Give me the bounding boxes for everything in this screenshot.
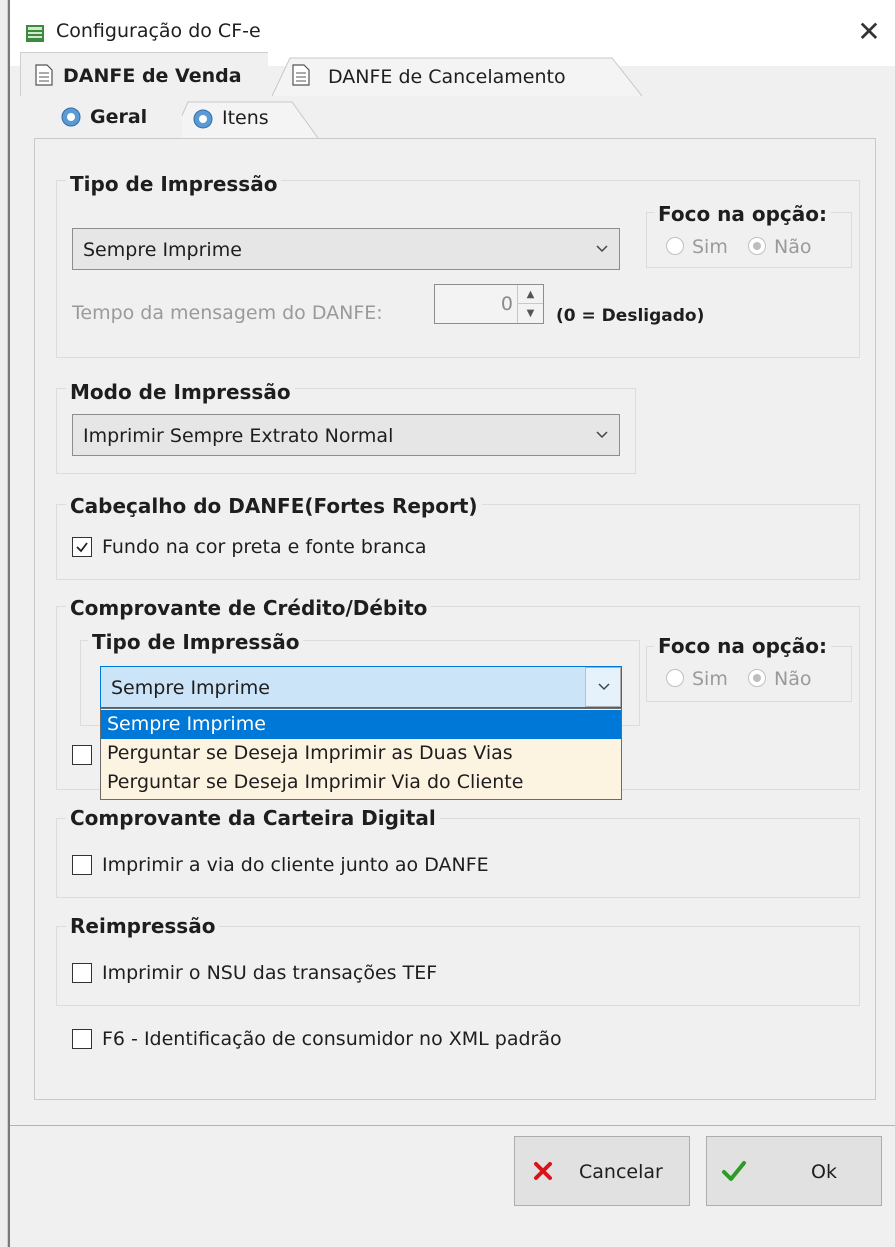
tab-label: Geral	[90, 106, 148, 128]
ok-button[interactable]: Ok	[706, 1136, 882, 1206]
tab-label: DANFE de Cancelamento	[328, 66, 566, 88]
tab-label: Itens	[222, 107, 269, 129]
tipo-impressao-select[interactable]: Sempre Imprime	[72, 228, 620, 270]
radio-label: Sim	[692, 236, 728, 258]
checkbox-label: Imprimir o NSU das transações TEF	[102, 962, 438, 984]
stepper-value: 0	[500, 293, 513, 315]
tab-danfe-cancelamento[interactable]: DANFE de Cancelamento	[272, 56, 644, 96]
close-button[interactable]: ✕	[851, 14, 887, 50]
close-icon: ✕	[857, 15, 881, 48]
group-title: Comprovante de Crédito/Débito	[66, 596, 432, 620]
app-icon	[26, 25, 44, 42]
gear-icon	[193, 109, 213, 129]
button-label: Cancelar	[579, 1161, 663, 1183]
button-label: Ok	[811, 1161, 837, 1183]
foco-nao-radio[interactable]	[748, 669, 766, 687]
tempo-hint: (0 = Desligado)	[556, 306, 705, 326]
check-icon	[76, 542, 88, 553]
group-title: Tipo de Impressão	[88, 630, 304, 654]
tipo-impressao-dropdown-list: Sempre Imprime Perguntar se Deseja Impri…	[100, 708, 622, 800]
group-title: Modo de Impressão	[66, 380, 295, 404]
select-value: Sempre Imprime	[111, 677, 270, 699]
dropdown-option[interactable]: Sempre Imprime	[101, 710, 621, 739]
tempo-stepper[interactable]: 0 ▲ ▼	[434, 284, 544, 324]
group-title: Cabeçalho do DANFE(Fortes Report)	[66, 494, 482, 518]
close-icon	[534, 1162, 552, 1180]
foco-nao-radio[interactable]	[748, 237, 766, 255]
window-title: Configuração do CF-e	[56, 20, 261, 42]
checkbox-label: F6 - Identificação de consumidor no XML …	[102, 1028, 562, 1050]
fundo-preto-checkbox[interactable]	[72, 537, 92, 557]
select-value: Imprimir Sempre Extrato Normal	[83, 425, 394, 447]
radio-label: Não	[774, 236, 812, 258]
select-value: Sempre Imprime	[83, 239, 242, 261]
dropdown-option[interactable]: Perguntar se Deseja Imprimir Via do Clie…	[101, 768, 621, 797]
stepper-down-icon[interactable]: ▼	[518, 304, 543, 323]
stepper-buttons: ▲ ▼	[517, 285, 543, 323]
gear-icon	[61, 107, 81, 127]
tab-danfe-venda[interactable]: DANFE de Venda	[20, 52, 268, 96]
tempo-label: Tempo da mensagem do DANFE:	[72, 302, 383, 324]
chevron-down-icon	[598, 683, 610, 691]
group-title: Foco na opção:	[654, 202, 831, 226]
chevron-down-icon	[596, 245, 608, 253]
group-title: Tipo de Impressão	[66, 172, 282, 196]
group-title: Reimpressão	[66, 914, 220, 938]
tab-itens[interactable]: Itens	[172, 100, 320, 138]
radio-label: Sim	[692, 668, 728, 690]
group-title: Comprovante da Carteira Digital	[66, 806, 440, 830]
carteira-checkbox[interactable]	[72, 855, 92, 875]
foco-sim-radio[interactable]	[666, 669, 684, 687]
chevron-down-icon	[596, 431, 608, 439]
document-icon	[292, 64, 310, 86]
tipo-impressao-credito-select[interactable]: Sempre Imprime	[100, 666, 622, 708]
f6-checkbox[interactable]	[72, 1029, 92, 1049]
group-title: Foco na opção:	[654, 634, 831, 658]
checkbox-label: Imprimir a via do cliente junto ao DANFE	[102, 854, 489, 876]
tab-geral[interactable]: Geral	[48, 98, 182, 138]
radio-label: Não	[774, 668, 812, 690]
document-icon	[35, 64, 53, 86]
background-strip	[0, 0, 8, 1247]
credito-checkbox[interactable]	[72, 745, 92, 765]
tab-label: DANFE de Venda	[63, 65, 242, 87]
dropdown-option[interactable]: Perguntar se Deseja Imprimir as Duas Via…	[101, 739, 621, 768]
cancel-button[interactable]: Cancelar	[514, 1136, 690, 1206]
stepper-up-icon[interactable]: ▲	[518, 285, 543, 304]
config-dialog: Configuração do CF-e ✕ DANFE de Cancelam…	[8, 0, 895, 1247]
checkbox-label: Fundo na cor preta e fonte branca	[102, 536, 427, 558]
footer-divider	[10, 1125, 895, 1126]
check-icon	[722, 1161, 746, 1181]
modo-impressao-select[interactable]: Imprimir Sempre Extrato Normal	[72, 414, 620, 456]
foco-sim-radio[interactable]	[666, 237, 684, 255]
nsu-checkbox[interactable]	[72, 963, 92, 983]
